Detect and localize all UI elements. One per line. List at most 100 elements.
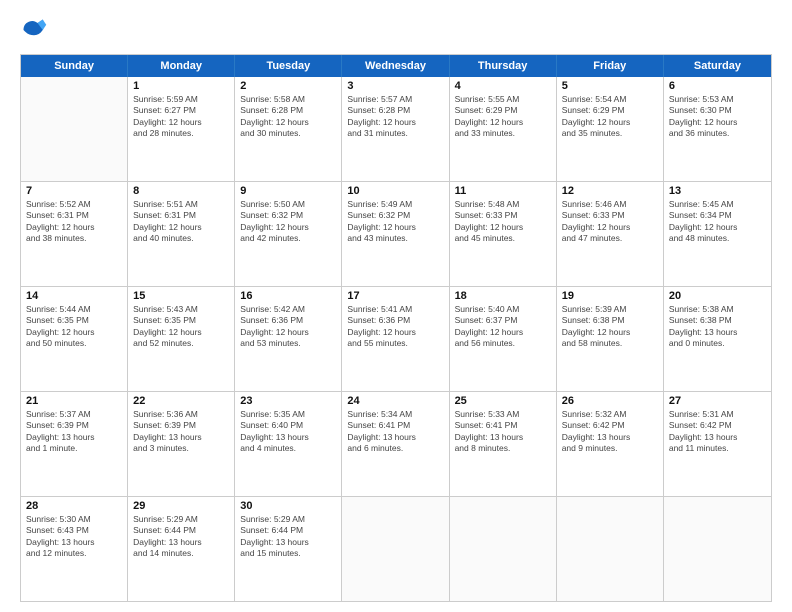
day-info: Sunrise: 5:57 AMSunset: 6:28 PMDaylight:… — [347, 94, 443, 140]
day-info: Sunrise: 5:38 AMSunset: 6:38 PMDaylight:… — [669, 304, 766, 350]
day-info: Sunrise: 5:42 AMSunset: 6:36 PMDaylight:… — [240, 304, 336, 350]
day-number: 23 — [240, 395, 336, 407]
calendar-cell: 28 Sunrise: 5:30 AMSunset: 6:43 PMDayligh… — [21, 497, 128, 601]
weekday-header-wednesday: Wednesday — [342, 55, 449, 77]
weekday-header-saturday: Saturday — [664, 55, 771, 77]
weekday-header-sunday: Sunday — [21, 55, 128, 77]
calendar-row-1: 7Sunrise: 5:52 AMSunset: 6:31 PMDaylight… — [21, 181, 771, 286]
day-number: 29 — [133, 500, 229, 512]
day-info: Sunrise: 5:33 AMSunset: 6:41 PMDaylight:… — [455, 409, 551, 455]
logo — [20, 16, 52, 44]
calendar-cell — [342, 497, 449, 601]
calendar-cell: 27 Sunrise: 5:31 AMSunset: 6:42 PMDayligh… — [664, 392, 771, 496]
day-number: 14 — [26, 290, 122, 302]
day-info: Sunrise: 5:49 AMSunset: 6:32 PMDaylight:… — [347, 199, 443, 245]
calendar-cell: 9Sunrise: 5:50 AMSunset: 6:32 PMDaylight… — [235, 182, 342, 286]
day-info: Sunrise: 5:43 AMSunset: 6:35 PMDaylight:… — [133, 304, 229, 350]
day-info: Sunrise: 5:55 AMSunset: 6:29 PMDaylight:… — [455, 94, 551, 140]
calendar-cell: 26Sunrise: 5:32 AMSunset: 6:42 PMDayligh… — [557, 392, 664, 496]
logo-icon — [20, 16, 48, 44]
day-number: 18 — [455, 290, 551, 302]
calendar-cell: 18 Sunrise: 5:40 AMSunset: 6:37 PMDayligh… — [450, 287, 557, 391]
calendar-cell: 23Sunrise: 5:35 AMSunset: 6:40 PMDayligh… — [235, 392, 342, 496]
day-number: 30 — [240, 500, 336, 512]
day-number: 27 — [669, 395, 766, 407]
calendar-cell: 17 Sunrise: 5:41 AMSunset: 6:36 PMDayligh… — [342, 287, 449, 391]
day-info: Sunrise: 5:51 AMSunset: 6:31 PMDaylight:… — [133, 199, 229, 245]
day-number: 6 — [669, 80, 766, 92]
day-info: Sunrise: 5:44 AMSunset: 6:35 PMDaylight:… — [26, 304, 122, 350]
weekday-header-tuesday: Tuesday — [235, 55, 342, 77]
calendar-cell — [450, 497, 557, 601]
day-number: 3 — [347, 80, 443, 92]
calendar-cell: 22 Sunrise: 5:36 AMSunset: 6:39 PMDayligh… — [128, 392, 235, 496]
calendar-cell: 7Sunrise: 5:52 AMSunset: 6:31 PMDaylight… — [21, 182, 128, 286]
day-number: 2 — [240, 80, 336, 92]
calendar-row-3: 21 Sunrise: 5:37 AMSunset: 6:39 PMDayligh… — [21, 391, 771, 496]
header — [20, 16, 772, 44]
calendar-cell: 16 Sunrise: 5:42 AMSunset: 6:36 PMDayligh… — [235, 287, 342, 391]
calendar-header: SundayMondayTuesdayWednesdayThursdayFrid… — [21, 55, 771, 77]
day-info: Sunrise: 5:40 AMSunset: 6:37 PMDaylight:… — [455, 304, 551, 350]
calendar-cell: 24 Sunrise: 5:34 AMSunset: 6:41 PMDayligh… — [342, 392, 449, 496]
calendar-body: 1 Sunrise: 5:59 AMSunset: 6:27 PMDaylight… — [21, 77, 771, 601]
weekday-header-thursday: Thursday — [450, 55, 557, 77]
day-number: 13 — [669, 185, 766, 197]
calendar-row-0: 1 Sunrise: 5:59 AMSunset: 6:27 PMDaylight… — [21, 77, 771, 181]
day-number: 17 — [347, 290, 443, 302]
day-number: 4 — [455, 80, 551, 92]
calendar-cell: 19 Sunrise: 5:39 AMSunset: 6:38 PMDayligh… — [557, 287, 664, 391]
calendar-cell: 30Sunrise: 5:29 AMSunset: 6:44 PMDayligh… — [235, 497, 342, 601]
calendar-cell: 4 Sunrise: 5:55 AMSunset: 6:29 PMDaylight… — [450, 77, 557, 181]
day-info: Sunrise: 5:31 AMSunset: 6:42 PMDaylight:… — [669, 409, 766, 455]
calendar-cell: 13 Sunrise: 5:45 AMSunset: 6:34 PMDayligh… — [664, 182, 771, 286]
calendar-cell: 10 Sunrise: 5:49 AMSunset: 6:32 PMDayligh… — [342, 182, 449, 286]
day-number: 22 — [133, 395, 229, 407]
day-info: Sunrise: 5:41 AMSunset: 6:36 PMDaylight:… — [347, 304, 443, 350]
day-number: 24 — [347, 395, 443, 407]
day-info: Sunrise: 5:59 AMSunset: 6:27 PMDaylight:… — [133, 94, 229, 140]
calendar-cell: 1 Sunrise: 5:59 AMSunset: 6:27 PMDaylight… — [128, 77, 235, 181]
calendar-row-4: 28 Sunrise: 5:30 AMSunset: 6:43 PMDayligh… — [21, 496, 771, 601]
calendar-cell: 21 Sunrise: 5:37 AMSunset: 6:39 PMDayligh… — [21, 392, 128, 496]
day-number: 20 — [669, 290, 766, 302]
day-info: Sunrise: 5:48 AMSunset: 6:33 PMDaylight:… — [455, 199, 551, 245]
day-number: 19 — [562, 290, 658, 302]
calendar-cell: 14 Sunrise: 5:44 AMSunset: 6:35 PMDayligh… — [21, 287, 128, 391]
weekday-header-friday: Friday — [557, 55, 664, 77]
day-info: Sunrise: 5:29 AMSunset: 6:44 PMDaylight:… — [133, 514, 229, 560]
calendar-cell: 12 Sunrise: 5:46 AMSunset: 6:33 PMDayligh… — [557, 182, 664, 286]
day-info: Sunrise: 5:45 AMSunset: 6:34 PMDaylight:… — [669, 199, 766, 245]
day-number: 28 — [26, 500, 122, 512]
day-number: 16 — [240, 290, 336, 302]
day-info: Sunrise: 5:36 AMSunset: 6:39 PMDaylight:… — [133, 409, 229, 455]
calendar-cell: 11Sunrise: 5:48 AMSunset: 6:33 PMDayligh… — [450, 182, 557, 286]
day-number: 8 — [133, 185, 229, 197]
day-info: Sunrise: 5:32 AMSunset: 6:42 PMDaylight:… — [562, 409, 658, 455]
day-number: 12 — [562, 185, 658, 197]
calendar-cell — [664, 497, 771, 601]
day-number: 5 — [562, 80, 658, 92]
calendar: SundayMondayTuesdayWednesdayThursdayFrid… — [20, 54, 772, 602]
day-number: 10 — [347, 185, 443, 197]
day-info: Sunrise: 5:39 AMSunset: 6:38 PMDaylight:… — [562, 304, 658, 350]
day-info: Sunrise: 5:30 AMSunset: 6:43 PMDaylight:… — [26, 514, 122, 560]
day-number: 1 — [133, 80, 229, 92]
day-number: 7 — [26, 185, 122, 197]
day-number: 21 — [26, 395, 122, 407]
calendar-cell: 25 Sunrise: 5:33 AMSunset: 6:41 PMDayligh… — [450, 392, 557, 496]
calendar-cell: 3 Sunrise: 5:57 AMSunset: 6:28 PMDaylight… — [342, 77, 449, 181]
day-number: 9 — [240, 185, 336, 197]
calendar-cell: 15Sunrise: 5:43 AMSunset: 6:35 PMDayligh… — [128, 287, 235, 391]
day-number: 25 — [455, 395, 551, 407]
calendar-cell — [21, 77, 128, 181]
calendar-cell: 2Sunrise: 5:58 AMSunset: 6:28 PMDaylight… — [235, 77, 342, 181]
day-info: Sunrise: 5:54 AMSunset: 6:29 PMDaylight:… — [562, 94, 658, 140]
day-info: Sunrise: 5:37 AMSunset: 6:39 PMDaylight:… — [26, 409, 122, 455]
calendar-cell: 5 Sunrise: 5:54 AMSunset: 6:29 PMDaylight… — [557, 77, 664, 181]
day-info: Sunrise: 5:53 AMSunset: 6:30 PMDaylight:… — [669, 94, 766, 140]
day-info: Sunrise: 5:34 AMSunset: 6:41 PMDaylight:… — [347, 409, 443, 455]
weekday-header-monday: Monday — [128, 55, 235, 77]
calendar-cell: 6 Sunrise: 5:53 AMSunset: 6:30 PMDaylight… — [664, 77, 771, 181]
day-info: Sunrise: 5:46 AMSunset: 6:33 PMDaylight:… — [562, 199, 658, 245]
